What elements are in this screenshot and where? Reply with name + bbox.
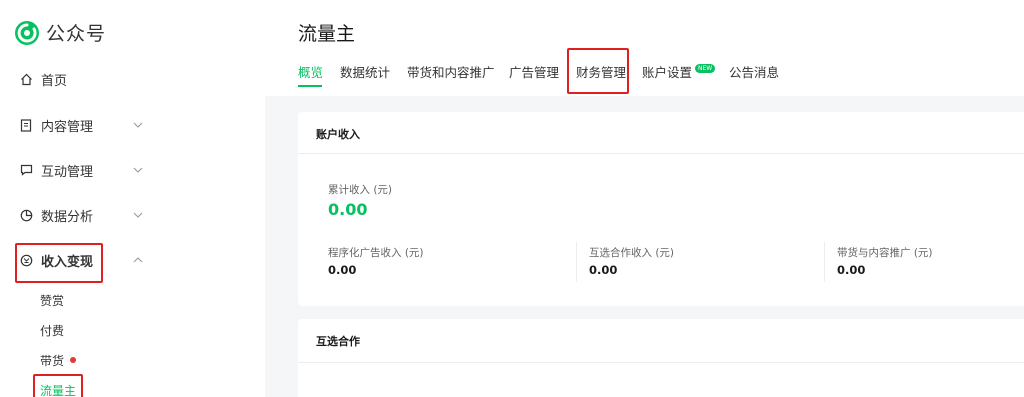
card-title: 账户收入 (316, 128, 360, 141)
notification-dot (70, 357, 77, 363)
sidebar-item-label: 内容管理 (41, 119, 94, 135)
tab-account-settings[interactable]: 账户设置 NEW (642, 62, 716, 81)
sidebar-item-analytics[interactable]: 数据分析 (0, 201, 160, 229)
tab-commerce-promotion[interactable]: 带货和内容推广 (407, 62, 495, 81)
commerce-promotion-income-value: 0.00 (837, 263, 866, 277)
sub-item-commerce[interactable]: 带货 (40, 350, 77, 370)
tab-active-indicator (298, 85, 322, 87)
stat-divider (576, 242, 577, 282)
home-icon (19, 72, 33, 86)
sub-item-appreciation[interactable]: 赞赏 (40, 290, 64, 310)
pie-chart-icon (19, 208, 33, 222)
sub-item-label: 赞赏 (40, 293, 65, 308)
document-icon (19, 118, 33, 132)
sidebar-item-label: 首页 (41, 73, 68, 89)
tab-label: 账户设置 (642, 65, 693, 80)
tab-ad-management[interactable]: 广告管理 (509, 62, 559, 81)
highlight-box-monetization (15, 243, 103, 283)
sub-item-paid[interactable]: 付费 (40, 320, 64, 340)
sidebar-item-home[interactable]: 首页 (0, 65, 160, 93)
programmatic-ad-income-label: 程序化广告收入 (元) (328, 247, 424, 259)
programmatic-ad-income-value: 0.00 (328, 263, 357, 277)
chevron-down-icon (133, 212, 143, 218)
sidebar-item-label: 互动管理 (41, 164, 94, 180)
chat-icon (19, 163, 33, 177)
main-content: 流量主 概览 数据统计 带货和内容推广 广告管理 财务管理 账户设置 NEW 公告… (265, 0, 1024, 397)
app-name: 公众号 (46, 23, 107, 45)
account-income-card: 账户收入 累计收入 (元) 0.00 程序化广告收入 (元) 0.00 互选合作… (298, 112, 1024, 306)
sidebar-item-content[interactable]: 内容管理 (0, 111, 160, 139)
sidebar-item-interaction[interactable]: 互动管理 (0, 156, 160, 184)
tab-announcements[interactable]: 公告消息 (729, 62, 779, 81)
new-badge: NEW (695, 64, 716, 73)
commerce-promotion-income-label: 带货与内容推广 (元) (837, 247, 933, 259)
card-divider (298, 362, 1024, 363)
tab-overview[interactable]: 概览 (298, 62, 323, 81)
chevron-up-icon (133, 257, 143, 263)
page-title: 流量主 (298, 23, 356, 45)
sub-item-label: 带货 (40, 353, 65, 368)
mutual-cooperation-card: 互选合作 (298, 319, 1024, 397)
mutual-income-label: 互选合作收入 (元) (589, 247, 675, 259)
chevron-down-icon (133, 122, 143, 128)
stat-divider (824, 242, 825, 282)
logo[interactable]: 公众号 (14, 19, 106, 46)
highlight-box-finance (567, 48, 629, 94)
chevron-down-icon (133, 167, 143, 173)
sub-item-label: 付费 (40, 323, 65, 338)
total-income-value: 0.00 (328, 200, 368, 219)
mutual-income-value: 0.00 (589, 263, 618, 277)
sidebar-item-label: 数据分析 (41, 209, 94, 225)
page-header: 流量主 概览 数据统计 带货和内容推广 广告管理 财务管理 账户设置 NEW 公告… (265, 0, 1024, 96)
sidebar: 公众号 首页 内容管理 互动管理 数据分析 收入变现 赞赏 付费 带货 流量主 (0, 0, 265, 397)
highlight-box-traffic-host (33, 374, 83, 397)
tab-data-stats[interactable]: 数据统计 (340, 62, 390, 81)
card-title: 互选合作 (316, 335, 360, 348)
total-income-label: 累计收入 (元) (328, 184, 393, 196)
wechat-mp-logo-icon (15, 20, 39, 45)
card-divider (298, 153, 1024, 154)
